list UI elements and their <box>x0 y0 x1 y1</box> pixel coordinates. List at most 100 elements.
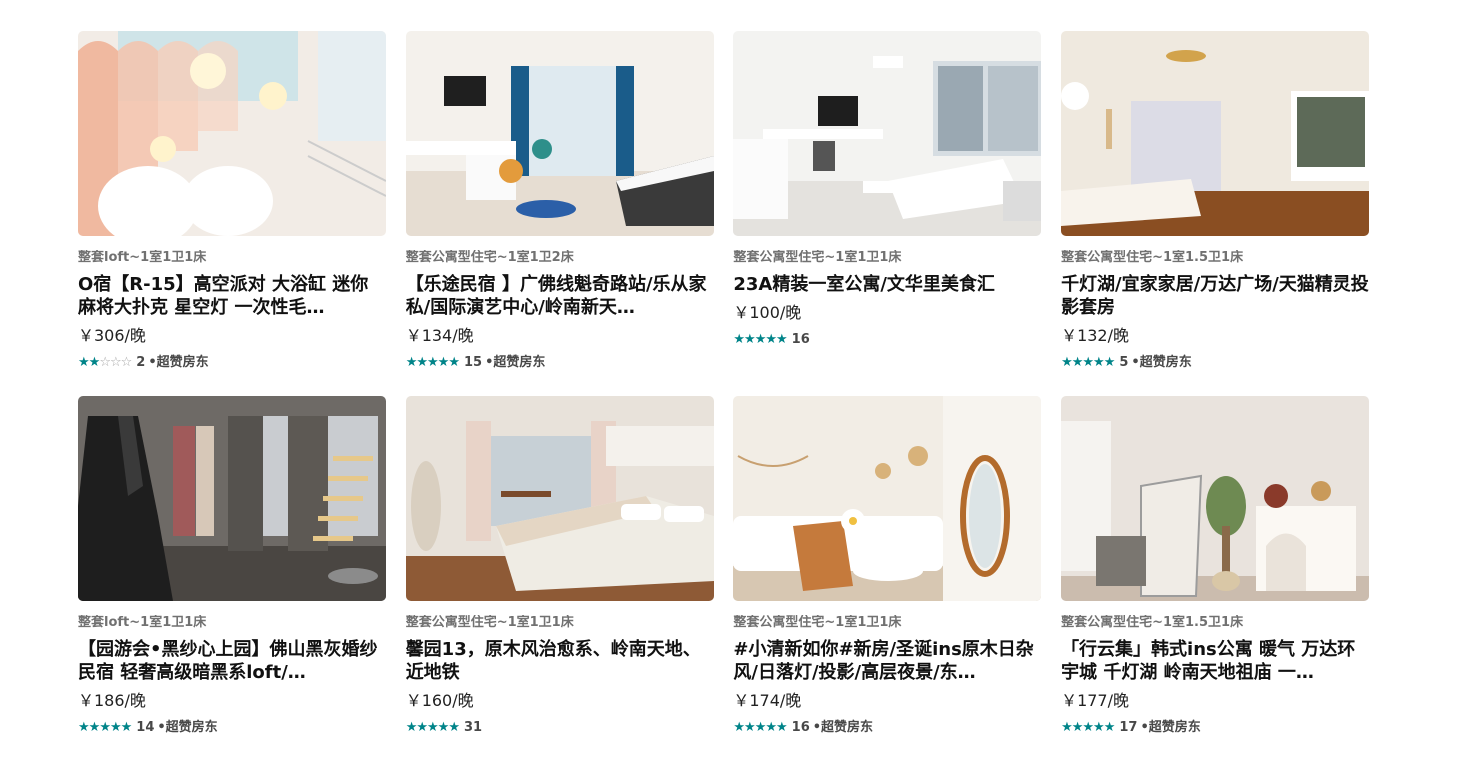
review-count: 31 <box>463 720 483 735</box>
star-icon: ★ <box>109 720 122 735</box>
listing-card[interactable]: 整套公寓型住宅~1室1卫1床 馨园13，原木风治愈系、岭南天地、近地铁 ￥160… <box>405 396 714 761</box>
listing-title[interactable]: 馨园13，原木风治愈系、岭南天地、近地铁 <box>406 638 714 684</box>
listing-photo-rattan-mirror[interactable] <box>733 396 1042 601</box>
listing-type: 整套公寓型住宅~1室1卫2床 <box>405 250 574 265</box>
listing-photo-loft-arches[interactable] <box>78 31 386 236</box>
listing-title[interactable]: 「行云集」韩式ins公寓 暖气 万达环宇城 千灯湖 岭南天地祖庙 一… <box>1061 638 1369 684</box>
star-rating-icons: ★★★★★ <box>733 332 788 348</box>
listing-rating: ★★★★★ 17 •超赞房东 <box>1061 720 1369 736</box>
listing-card[interactable]: 整套公寓型住宅~1室1卫1床 #小清新如你#新房/圣诞ins原木日杂风/日落灯/… <box>733 396 1042 761</box>
review-count: 15 <box>463 355 483 370</box>
star-rating-icons: ★★★★★ <box>78 720 133 736</box>
star-icon: ★ <box>754 720 767 735</box>
star-icon: ★ <box>1082 720 1094 735</box>
star-icon: ★ <box>427 720 439 735</box>
listing-type: 整套公寓型住宅~1室1.5卫1床 <box>1061 615 1244 630</box>
review-count: 17 <box>1119 720 1138 735</box>
star-icon: ★ <box>78 720 90 735</box>
listing-title[interactable]: 【乐途民宿 】广佛线魁奇路站/乐从家私/国际演艺中心/岭南新天… <box>406 273 714 319</box>
listing-rating: ★★☆☆☆ 2 •超赞房东 <box>78 355 386 371</box>
listing-price: ￥174/晚 <box>733 691 802 710</box>
listing-photo-desk-tv[interactable] <box>733 31 1042 236</box>
star-icon: ★ <box>416 720 428 735</box>
listing-rating: ★★★★★ 16 <box>733 332 1041 348</box>
star-rating-icons: ★★★★★ <box>405 355 460 371</box>
star-icon: ★ <box>1061 355 1073 370</box>
star-icon: ★ <box>776 720 788 735</box>
star-icon: ★ <box>78 355 90 370</box>
star-icon: ★ <box>744 332 756 347</box>
star-empty-icon: ☆ <box>99 355 111 370</box>
review-count: 5 <box>1119 355 1129 370</box>
listing-photo-blue-curtains[interactable] <box>405 31 714 236</box>
star-rating-icons: ★★★★★ <box>1061 720 1116 736</box>
listing-card[interactable]: 整套公寓型住宅~1室1.5卫1床 「行云集」韩式ins公寓 暖气 万达环宇城 千… <box>1061 396 1370 761</box>
review-count: 14 <box>136 720 155 735</box>
star-icon: ★ <box>1071 720 1084 735</box>
listing-card[interactable]: 整套公寓型住宅~1室1卫1床 23A精装一室公寓/文华里美食汇 ￥100/晚 ★… <box>733 31 1042 396</box>
listing-title[interactable]: 23A精装一室公寓/文华里美食汇 <box>733 273 1041 296</box>
star-icon: ★ <box>1103 355 1116 370</box>
superhost-badge: •超赞房东 <box>485 355 546 370</box>
listing-type: 整套公寓型住宅~1室1.5卫1床 <box>1061 250 1244 265</box>
listing-rating: ★★★★★ 14 •超赞房东 <box>78 720 386 736</box>
listing-rating: ★★★★★ 15 •超赞房东 <box>406 355 714 371</box>
listing-photo-projector[interactable] <box>1061 31 1370 236</box>
star-icon: ★ <box>776 332 788 347</box>
review-count: 16 <box>791 332 810 347</box>
superhost-badge: •超赞房东 <box>1140 720 1201 735</box>
star-icon: ★ <box>437 720 450 735</box>
review-count: 16 <box>791 720 810 735</box>
star-icon: ★ <box>1061 720 1073 735</box>
listing-price: ￥134/晚 <box>405 326 474 345</box>
listing-type: 整套loft~1室1卫1床 <box>78 250 207 265</box>
listing-title[interactable]: O宿【R-15】高空派对 大浴缸 迷你麻将大扑克 星空灯 一次性毛… <box>78 273 386 319</box>
star-icon: ★ <box>88 355 101 370</box>
star-rating-icons: ★★★★★ <box>1061 355 1116 371</box>
listing-title[interactable]: 【园游会•黑纱心上园】佛山黑灰婚纱民宿 轻奢高级暗黑系loft/… <box>78 638 386 684</box>
listing-grid: 整套loft~1室1卫1床 O宿【R-15】高空派对 大浴缸 迷你麻将大扑克 星… <box>78 31 1370 761</box>
star-icon: ★ <box>765 720 777 735</box>
listing-price: ￥177/晚 <box>1061 691 1129 710</box>
listing-title[interactable]: 千灯湖/宜家家居/万达广场/天猫精灵投影套房 <box>1061 273 1369 319</box>
star-icon: ★ <box>1093 720 1105 735</box>
listing-rating: ★★★★★ 31 <box>406 720 714 736</box>
listing-card[interactable]: 整套loft~1室1卫1床 【园游会•黑纱心上园】佛山黑灰婚纱民宿 轻奢高级暗黑… <box>78 396 386 761</box>
superhost-badge: •超赞房东 <box>1131 355 1192 370</box>
star-icon: ★ <box>427 355 439 370</box>
star-icon: ★ <box>733 332 745 347</box>
star-icon: ★ <box>448 720 460 735</box>
star-icon: ★ <box>88 720 101 735</box>
star-icon: ★ <box>120 720 133 735</box>
listing-title[interactable]: #小清新如你#新房/圣诞ins原木日杂风/日落灯/投影/高层夜景/东… <box>733 638 1041 684</box>
star-icon: ★ <box>437 355 450 370</box>
listing-type: 整套loft~1室1卫1床 <box>78 615 207 630</box>
star-icon: ★ <box>1071 355 1084 370</box>
listing-photo-canopy-bed[interactable] <box>405 396 714 601</box>
star-icon: ★ <box>733 720 745 735</box>
star-icon: ★ <box>1093 355 1105 370</box>
superhost-badge: •超赞房东 <box>148 355 209 370</box>
star-icon: ★ <box>1103 720 1116 735</box>
listing-card[interactable]: 整套公寓型住宅~1室1卫2床 【乐途民宿 】广佛线魁奇路站/乐从家私/国际演艺中… <box>405 31 714 396</box>
listing-price: ￥132/晚 <box>1061 326 1129 345</box>
star-empty-icon: ☆ <box>109 355 122 370</box>
listing-card[interactable]: 整套loft~1室1卫1床 O宿【R-15】高空派对 大浴缸 迷你麻将大扑克 星… <box>78 31 386 396</box>
listing-price: ￥306/晚 <box>78 326 146 345</box>
listing-rating: ★★★★★ 16 •超赞房东 <box>733 720 1041 736</box>
listing-price: ￥186/晚 <box>78 691 146 710</box>
star-icon: ★ <box>754 332 767 347</box>
star-icon: ★ <box>744 720 756 735</box>
superhost-badge: •超赞房东 <box>157 720 218 735</box>
listing-photo-arch-shelf[interactable] <box>1061 396 1370 601</box>
star-icon: ★ <box>405 355 418 370</box>
listing-photo-black-dress[interactable] <box>78 396 386 601</box>
listing-card[interactable]: 整套公寓型住宅~1室1.5卫1床 千灯湖/宜家家居/万达广场/天猫精灵投影套房 … <box>1061 31 1370 396</box>
star-icon: ★ <box>405 720 418 735</box>
star-icon: ★ <box>1082 355 1094 370</box>
listing-type: 整套公寓型住宅~1室1卫1床 <box>733 615 902 630</box>
star-rating-icons: ★★★★★ <box>405 720 460 736</box>
star-empty-icon: ☆ <box>120 355 133 370</box>
star-rating-icons: ★★★★★ <box>733 720 788 736</box>
listing-rating: ★★★★★ 5 •超赞房东 <box>1061 355 1369 371</box>
